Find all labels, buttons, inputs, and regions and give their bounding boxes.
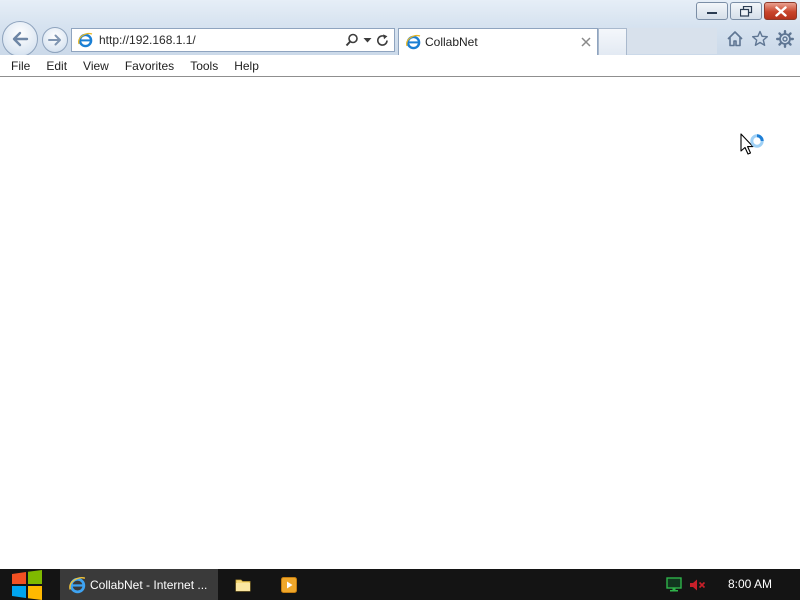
home-button[interactable] bbox=[725, 29, 744, 48]
favorites-button[interactable] bbox=[750, 29, 769, 48]
settings-gear-icon bbox=[775, 29, 794, 48]
refresh-icon bbox=[377, 33, 388, 46]
tab-label: CollabNet bbox=[425, 35, 478, 49]
forward-button[interactable] bbox=[42, 27, 68, 53]
back-button[interactable] bbox=[2, 21, 38, 57]
favorites-star-icon bbox=[751, 30, 768, 46]
search-button[interactable] bbox=[345, 33, 359, 47]
home-icon bbox=[726, 31, 743, 47]
close-icon bbox=[774, 5, 787, 17]
minimize-icon bbox=[707, 12, 717, 14]
page-content[interactable] bbox=[0, 77, 800, 569]
tools-button[interactable] bbox=[775, 29, 794, 48]
ie-favicon bbox=[406, 34, 421, 50]
address-input[interactable] bbox=[99, 30, 345, 50]
refresh-button[interactable] bbox=[376, 33, 389, 47]
address-bar[interactable] bbox=[71, 28, 395, 52]
tab-collabnet[interactable]: CollabNet bbox=[398, 28, 598, 55]
busy-cursor-icon bbox=[740, 133, 764, 155]
address-dropdown-button[interactable] bbox=[363, 37, 372, 43]
browser-toolbar-right bbox=[725, 29, 794, 48]
file-explorer-icon bbox=[235, 579, 251, 591]
menu-favorites[interactable]: Favorites bbox=[117, 57, 182, 75]
menu-help[interactable]: Help bbox=[226, 57, 267, 75]
taskbar-clock[interactable]: 8:00 AM bbox=[728, 577, 772, 591]
start-button[interactable] bbox=[9, 569, 45, 600]
taskbar: CollabNet - Internet ... 8:00 AM bbox=[0, 569, 800, 600]
windows-logo-icon bbox=[12, 569, 42, 600]
system-tray bbox=[665, 576, 707, 593]
media-player-icon bbox=[281, 576, 297, 593]
tab-close-button[interactable] bbox=[581, 37, 591, 47]
forward-arrow-icon bbox=[48, 34, 61, 46]
window-controls bbox=[696, 2, 797, 20]
volume-muted-icon bbox=[690, 579, 706, 590]
taskbar-item-media-player[interactable] bbox=[269, 569, 309, 600]
back-arrow-icon bbox=[12, 31, 29, 47]
ie-favicon bbox=[78, 32, 93, 48]
taskbar-item-file-explorer[interactable] bbox=[223, 569, 263, 600]
network-icon bbox=[666, 577, 682, 592]
taskbar-item-label: CollabNet - Internet ... bbox=[90, 577, 208, 592]
volume-tray-button[interactable] bbox=[689, 576, 707, 593]
menu-file[interactable]: File bbox=[3, 57, 38, 75]
internet-explorer-icon bbox=[69, 576, 86, 593]
restore-icon bbox=[739, 5, 752, 17]
dropdown-arrow-icon bbox=[363, 38, 372, 43]
search-icon bbox=[345, 33, 358, 47]
menu-view[interactable]: View bbox=[75, 57, 117, 75]
taskbar-item-internet-explorer[interactable]: CollabNet - Internet ... bbox=[60, 569, 218, 600]
address-tools bbox=[345, 33, 389, 47]
menu-bar: File Edit View Favorites Tools Help bbox=[0, 55, 800, 77]
menu-tools[interactable]: Tools bbox=[182, 57, 226, 75]
tab-strip-empty-area bbox=[627, 28, 717, 54]
close-icon bbox=[581, 37, 591, 47]
menu-edit[interactable]: Edit bbox=[38, 57, 75, 75]
new-tab-button[interactable] bbox=[598, 28, 627, 55]
close-button[interactable] bbox=[764, 2, 797, 20]
network-tray-button[interactable] bbox=[665, 576, 683, 593]
minimize-button[interactable] bbox=[696, 2, 728, 20]
restore-button[interactable] bbox=[730, 2, 762, 20]
